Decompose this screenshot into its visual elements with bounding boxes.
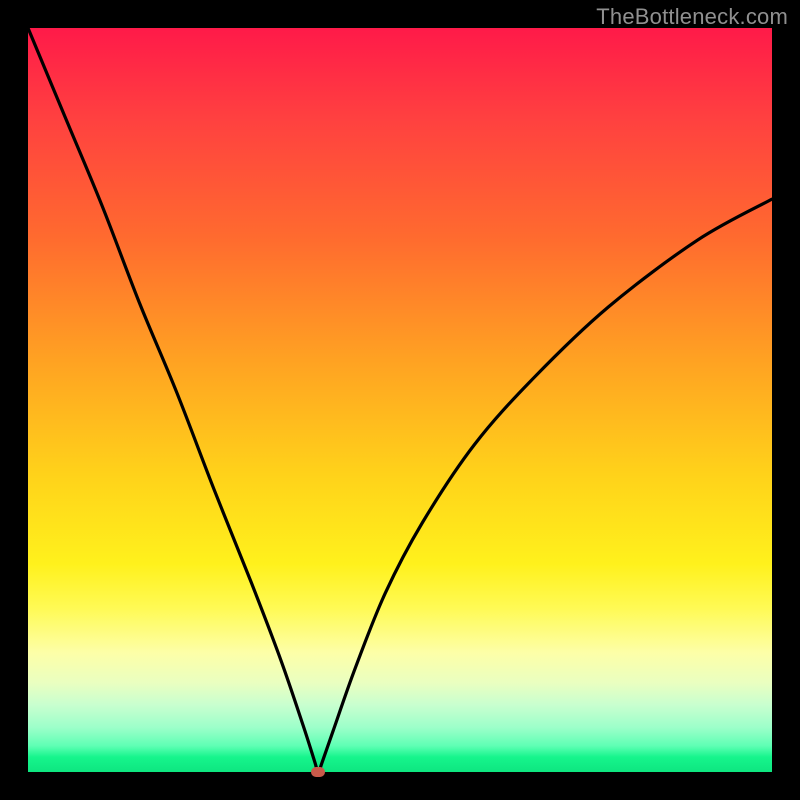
chart-frame: TheBottleneck.com — [0, 0, 800, 800]
watermark-text: TheBottleneck.com — [596, 4, 788, 30]
optimum-marker — [311, 767, 325, 777]
bottleneck-curve — [28, 28, 772, 772]
plot-area — [28, 28, 772, 772]
